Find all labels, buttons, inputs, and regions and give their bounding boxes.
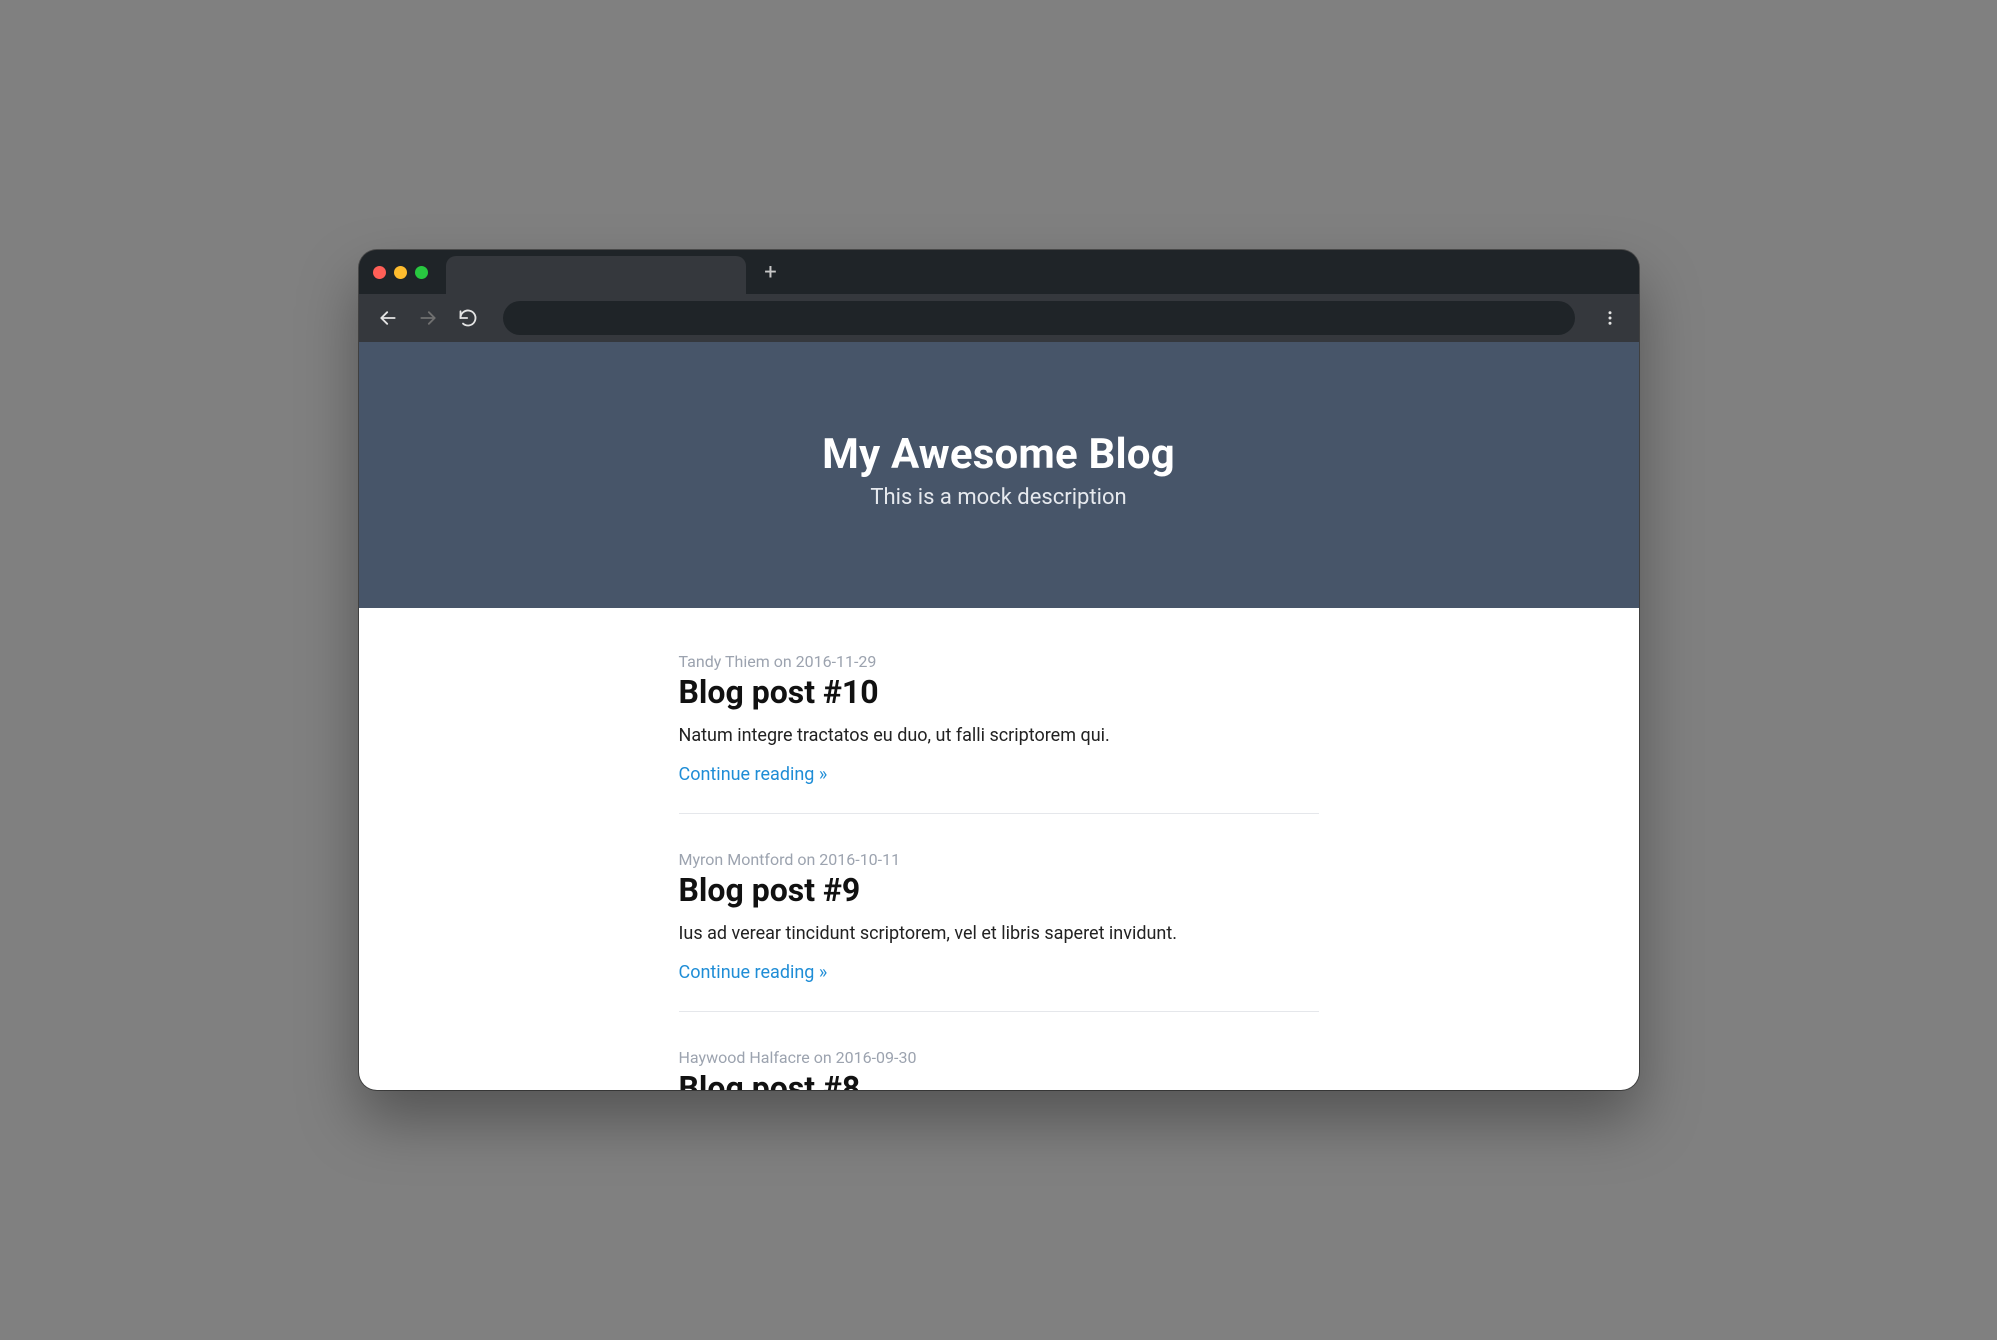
post-title[interactable]: Blog post #8 bbox=[679, 1069, 1319, 1090]
hero: My Awesome Blog This is a mock descripti… bbox=[359, 342, 1639, 608]
arrow-right-icon bbox=[418, 308, 438, 328]
back-button[interactable] bbox=[373, 303, 403, 333]
meta-joiner: on bbox=[770, 652, 796, 671]
plus-icon: + bbox=[764, 260, 776, 285]
close-window-button[interactable] bbox=[373, 266, 386, 279]
post-author: Myron Montford bbox=[679, 850, 794, 869]
post-meta: Haywood Halfacre on 2016-09-30 bbox=[679, 1048, 1319, 1067]
arrow-left-icon bbox=[378, 308, 398, 328]
post-title[interactable]: Blog post #10 bbox=[679, 673, 1319, 711]
post-excerpt: Ius ad verear tincidunt scriptorem, vel … bbox=[679, 923, 1319, 944]
continue-reading-link[interactable]: Continue reading » bbox=[679, 962, 828, 983]
post-date: 2016-11-29 bbox=[796, 652, 877, 671]
post-meta: Tandy Thiem on 2016-11-29 bbox=[679, 652, 1319, 671]
reload-button[interactable] bbox=[453, 303, 483, 333]
post-author: Tandy Thiem bbox=[679, 652, 770, 671]
minimize-window-button[interactable] bbox=[394, 266, 407, 279]
maximize-window-button[interactable] bbox=[415, 266, 428, 279]
post-excerpt: Natum integre tractatos eu duo, ut falli… bbox=[679, 725, 1319, 746]
window-controls bbox=[373, 266, 428, 279]
address-bar[interactable] bbox=[503, 301, 1575, 335]
new-tab-button[interactable]: + bbox=[756, 257, 786, 287]
forward-button[interactable] bbox=[413, 303, 443, 333]
continue-reading-link[interactable]: Continue reading » bbox=[679, 764, 828, 785]
post-date: 2016-09-30 bbox=[836, 1048, 917, 1067]
page-viewport: My Awesome Blog This is a mock descripti… bbox=[359, 342, 1639, 1090]
browser-window: + My Awesome Blog This is a mock descrip… bbox=[359, 250, 1639, 1090]
browser-menu-button[interactable] bbox=[1595, 303, 1625, 333]
post-author: Haywood Halfacre bbox=[679, 1048, 810, 1067]
reload-icon bbox=[458, 308, 478, 328]
post-item: Myron Montford on 2016-10-11 Blog post #… bbox=[679, 850, 1319, 1012]
post-feed: Tandy Thiem on 2016-11-29 Blog post #10 … bbox=[679, 608, 1319, 1090]
post-item: Haywood Halfacre on 2016-09-30 Blog post… bbox=[679, 1048, 1319, 1090]
meta-joiner: on bbox=[810, 1048, 836, 1067]
browser-tab[interactable] bbox=[446, 256, 746, 294]
site-subtitle: This is a mock description bbox=[379, 485, 1619, 510]
post-item: Tandy Thiem on 2016-11-29 Blog post #10 … bbox=[679, 652, 1319, 814]
meta-joiner: on bbox=[793, 850, 819, 869]
post-date: 2016-10-11 bbox=[819, 850, 900, 869]
post-meta: Myron Montford on 2016-10-11 bbox=[679, 850, 1319, 869]
post-title[interactable]: Blog post #9 bbox=[679, 871, 1319, 909]
tab-strip: + bbox=[359, 250, 1639, 294]
browser-toolbar bbox=[359, 294, 1639, 342]
kebab-icon bbox=[1601, 309, 1619, 327]
site-title: My Awesome Blog bbox=[379, 430, 1619, 479]
